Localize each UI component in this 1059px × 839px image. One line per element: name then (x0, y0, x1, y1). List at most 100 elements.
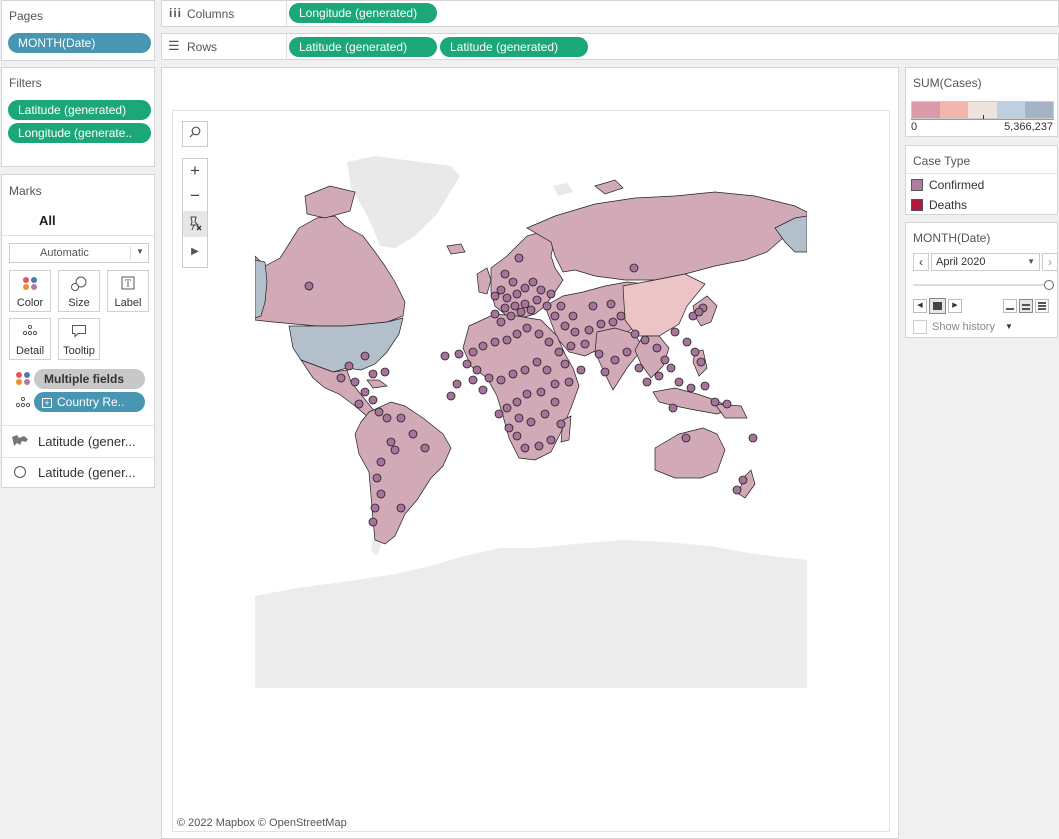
country-marker[interactable] (550, 311, 560, 321)
country-marker[interactable] (522, 389, 532, 399)
country-marker[interactable] (700, 381, 710, 391)
country-marker[interactable] (526, 417, 536, 427)
filter-pill-longitude[interactable]: Longitude (generate.. (8, 123, 151, 143)
rows-pill-latitude-2[interactable]: Latitude (generated) (440, 37, 588, 57)
filter-pill-latitude[interactable]: Latitude (generated) (8, 100, 151, 120)
country-marker[interactable] (634, 363, 644, 373)
detail-field-pill[interactable]: + Country Re.. (34, 392, 145, 412)
country-marker[interactable] (682, 337, 692, 347)
next-page-button[interactable]: › (1042, 253, 1058, 271)
columns-pill-longitude[interactable]: Longitude (generated) (289, 3, 437, 23)
country-marker[interactable] (532, 295, 542, 305)
page-slider[interactable] (913, 279, 1054, 291)
country-marker[interactable] (380, 367, 390, 377)
label-card[interactable]: T Label (107, 270, 149, 312)
country-marker[interactable] (516, 307, 526, 317)
country-marker[interactable] (584, 325, 594, 335)
country-marker[interactable] (390, 445, 400, 455)
show-history-toggle[interactable]: Show history ▼ (913, 320, 1013, 336)
country-marker[interactable] (738, 475, 748, 485)
country-marker[interactable] (666, 363, 676, 373)
country-marker[interactable] (660, 355, 670, 365)
country-marker[interactable] (500, 303, 510, 313)
country-marker[interactable] (564, 377, 574, 387)
country-marker[interactable] (468, 347, 478, 357)
country-marker[interactable] (560, 321, 570, 331)
tooltip-card[interactable]: Tooltip (58, 318, 100, 360)
country-marker[interactable] (522, 323, 532, 333)
country-marker[interactable] (554, 347, 564, 357)
country-marker[interactable] (494, 409, 504, 419)
expand-plus-icon[interactable]: + (42, 398, 52, 408)
country-marker[interactable] (528, 277, 538, 287)
map-attribution[interactable]: © 2022 Mapbox © OpenStreetMap (177, 817, 347, 829)
color-card[interactable]: Color (9, 270, 51, 312)
zoom-out-button[interactable]: − (183, 185, 207, 211)
country-marker[interactable] (360, 351, 370, 361)
speed-fast-button[interactable] (1035, 299, 1049, 313)
show-history-checkbox[interactable] (913, 320, 927, 334)
country-marker[interactable] (512, 329, 522, 339)
country-marker[interactable] (694, 307, 704, 317)
country-marker[interactable] (536, 387, 546, 397)
country-marker[interactable] (490, 337, 500, 347)
country-marker[interactable] (542, 365, 552, 375)
country-marker[interactable] (372, 473, 382, 483)
speed-slow-button[interactable] (1003, 299, 1017, 313)
country-marker[interactable] (368, 395, 378, 405)
layer-circle[interactable]: Latitude (gener... (2, 458, 154, 488)
country-marker[interactable] (550, 397, 560, 407)
country-marker[interactable] (506, 311, 516, 321)
detail-card[interactable]: Detail (9, 318, 51, 360)
country-marker[interactable] (652, 343, 662, 353)
country-marker[interactable] (500, 269, 510, 279)
country-marker[interactable] (502, 335, 512, 345)
slider-thumb[interactable] (1044, 280, 1054, 290)
country-marker[interactable] (484, 373, 494, 383)
country-marker[interactable] (576, 365, 586, 375)
country-marker[interactable] (490, 291, 500, 301)
country-marker[interactable] (376, 457, 386, 467)
speed-medium-button[interactable] (1019, 299, 1033, 313)
country-marker[interactable] (508, 369, 518, 379)
color-field-pill[interactable]: Multiple fields (34, 369, 145, 389)
country-marker[interactable] (440, 351, 450, 361)
size-card[interactable]: Size (58, 270, 100, 312)
country-marker[interactable] (374, 407, 384, 417)
country-marker[interactable] (748, 433, 758, 443)
country-marker[interactable] (490, 309, 500, 319)
layer-map[interactable]: Latitude (gener... (2, 426, 154, 457)
country-marker[interactable] (502, 403, 512, 413)
country-marker[interactable] (556, 301, 566, 311)
country-marker[interactable] (510, 301, 520, 311)
country-marker[interactable] (540, 409, 550, 419)
stop-button[interactable] (929, 298, 946, 314)
country-marker[interactable] (722, 399, 732, 409)
country-marker[interactable] (536, 285, 546, 295)
country-marker[interactable] (520, 283, 530, 293)
country-marker[interactable] (336, 373, 346, 383)
country-marker[interactable] (344, 361, 354, 371)
country-marker[interactable] (370, 503, 380, 513)
prev-page-button[interactable]: ‹ (913, 253, 929, 271)
country-marker[interactable] (550, 379, 560, 389)
country-marker[interactable] (596, 319, 606, 329)
mark-type-dropdown[interactable]: Automatic ▼ (9, 243, 149, 263)
country-marker[interactable] (642, 377, 652, 387)
country-marker[interactable] (520, 299, 530, 309)
country-marker[interactable] (546, 435, 556, 445)
country-marker[interactable] (454, 349, 464, 359)
country-marker[interactable] (696, 357, 706, 367)
world-map[interactable] (255, 156, 807, 756)
country-marker[interactable] (496, 317, 506, 327)
country-marker[interactable] (534, 441, 544, 451)
country-marker[interactable] (446, 391, 456, 401)
country-marker[interactable] (570, 327, 580, 337)
country-marker[interactable] (508, 277, 518, 287)
country-marker[interactable] (640, 335, 650, 345)
play-backward-button[interactable]: ◀ (913, 299, 927, 313)
country-marker[interactable] (566, 341, 576, 351)
expand-toolbar-button[interactable]: ▶ (183, 237, 207, 267)
pages-pill[interactable]: MONTH(Date) (8, 33, 151, 53)
country-marker[interactable] (542, 301, 552, 311)
